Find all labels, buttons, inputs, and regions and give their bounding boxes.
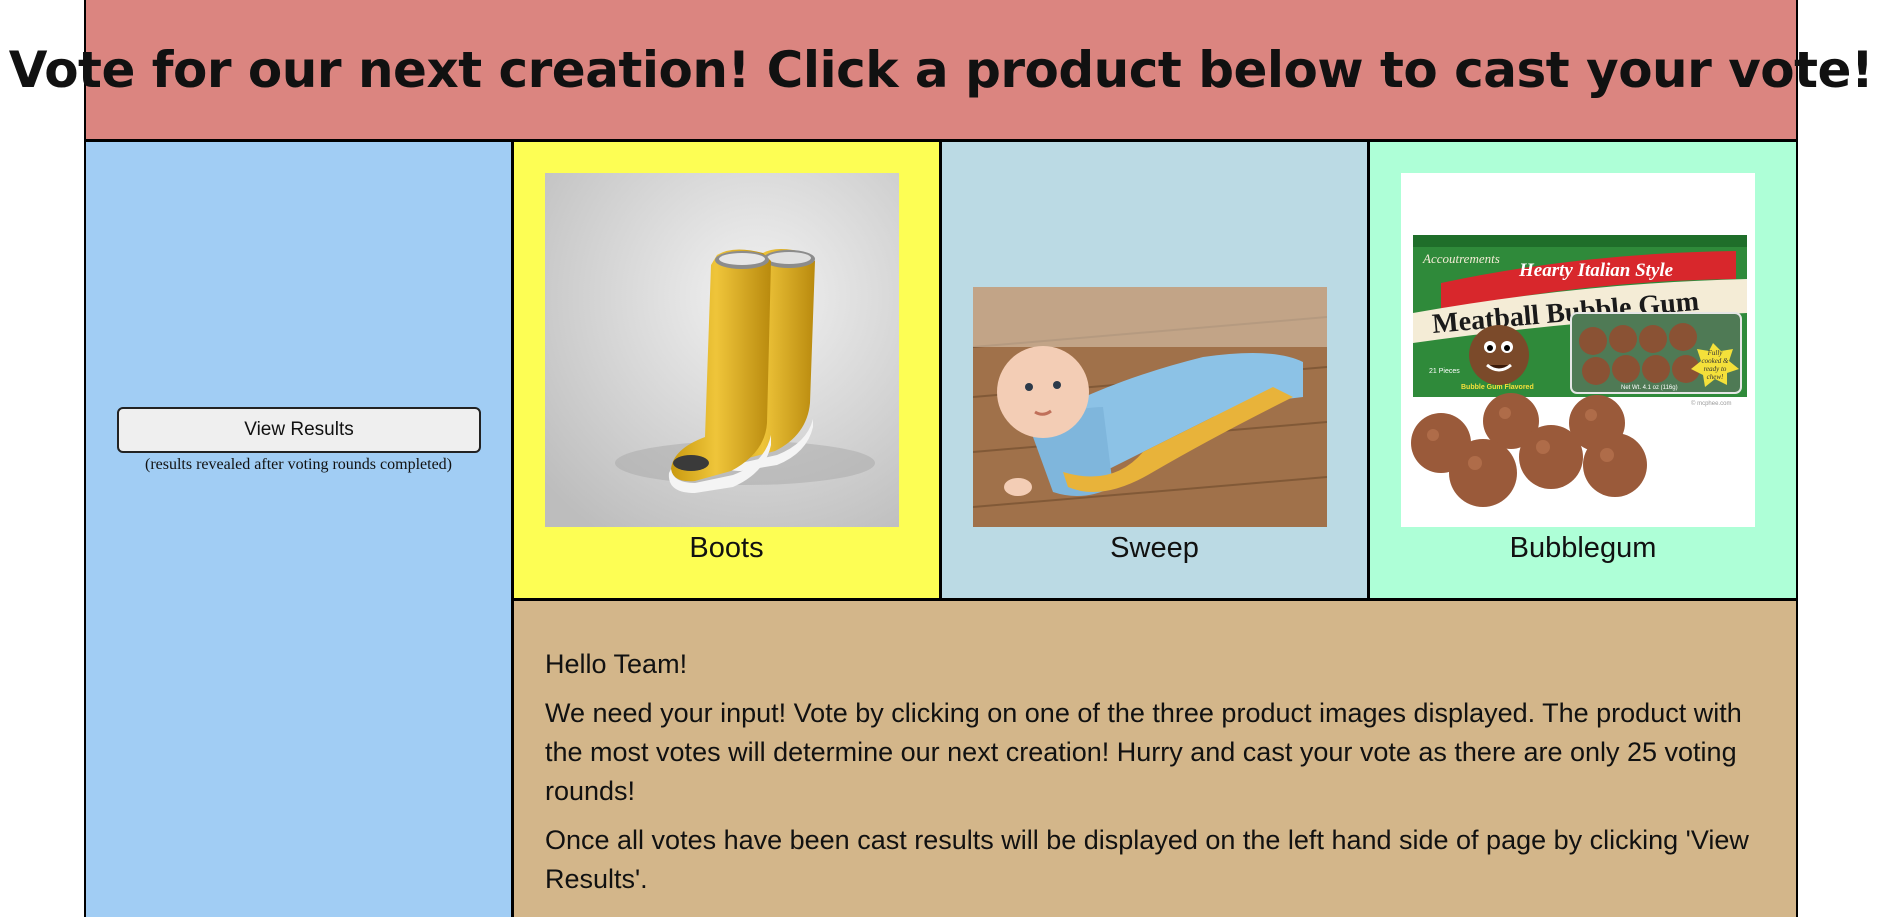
product-name: Boots — [689, 532, 764, 564]
gum-burst-text-2: cooked & — [1701, 357, 1729, 365]
yellow-rain-boots-image[interactable] — [545, 173, 899, 527]
meatball-bubble-gum-box-image[interactable]: Accoutrements Hearty Italian Style Meatb… — [1401, 173, 1755, 527]
product-card-sweep[interactable]: Sweep — [942, 142, 1370, 601]
gum-burst-text-4: chew! — [1707, 373, 1724, 381]
greeting-text: Hello Team! — [545, 649, 688, 679]
gum-flavor-text: Bubble Gum Flavored — [1461, 384, 1534, 391]
gum-pieces-text: 21 Pieces — [1429, 368, 1460, 375]
product-name: Sweep — [1110, 532, 1199, 564]
page-frame: Vote for our next creation! Click a prod… — [9, 0, 1874, 917]
page-header: Vote for our next creation! Click a prod… — [9, 0, 1874, 142]
gum-burst-text-3: ready to — [1704, 365, 1727, 373]
instructions-panel: Hello Team! We need your input! Vote by … — [514, 601, 1796, 917]
baby-mop-onesie-image[interactable] — [973, 173, 1327, 527]
page-title: Vote for our next creation! Click a prod… — [8, 40, 1874, 99]
results-instructions-paragraph: Once all votes have been cast results wi… — [545, 825, 1749, 894]
product-card-boots[interactable]: Boots — [514, 142, 942, 601]
gum-burst-text-1: Fully — [1707, 349, 1724, 357]
product-card-bubblegum[interactable]: Accoutrements Hearty Italian Style Meatb… — [1370, 142, 1796, 601]
gum-brand-text: Accoutrements — [1422, 251, 1500, 266]
view-results-button[interactable]: View Results — [117, 407, 481, 453]
product-name: Bubblegum — [1509, 532, 1657, 564]
gum-copyright-text: © mcphee.com — [1691, 400, 1731, 407]
gum-net-weight-text: Net Wt. 4.1 oz (116g) — [1621, 385, 1678, 391]
instructions-paragraph: We need your input! Vote by clicking on … — [545, 698, 1742, 806]
results-sidebar: View Results (results revealed after vot… — [86, 142, 514, 917]
results-note: (results revealed after voting rounds co… — [145, 456, 452, 473]
gum-tagline-text: Hearty Italian Style — [1518, 260, 1674, 281]
